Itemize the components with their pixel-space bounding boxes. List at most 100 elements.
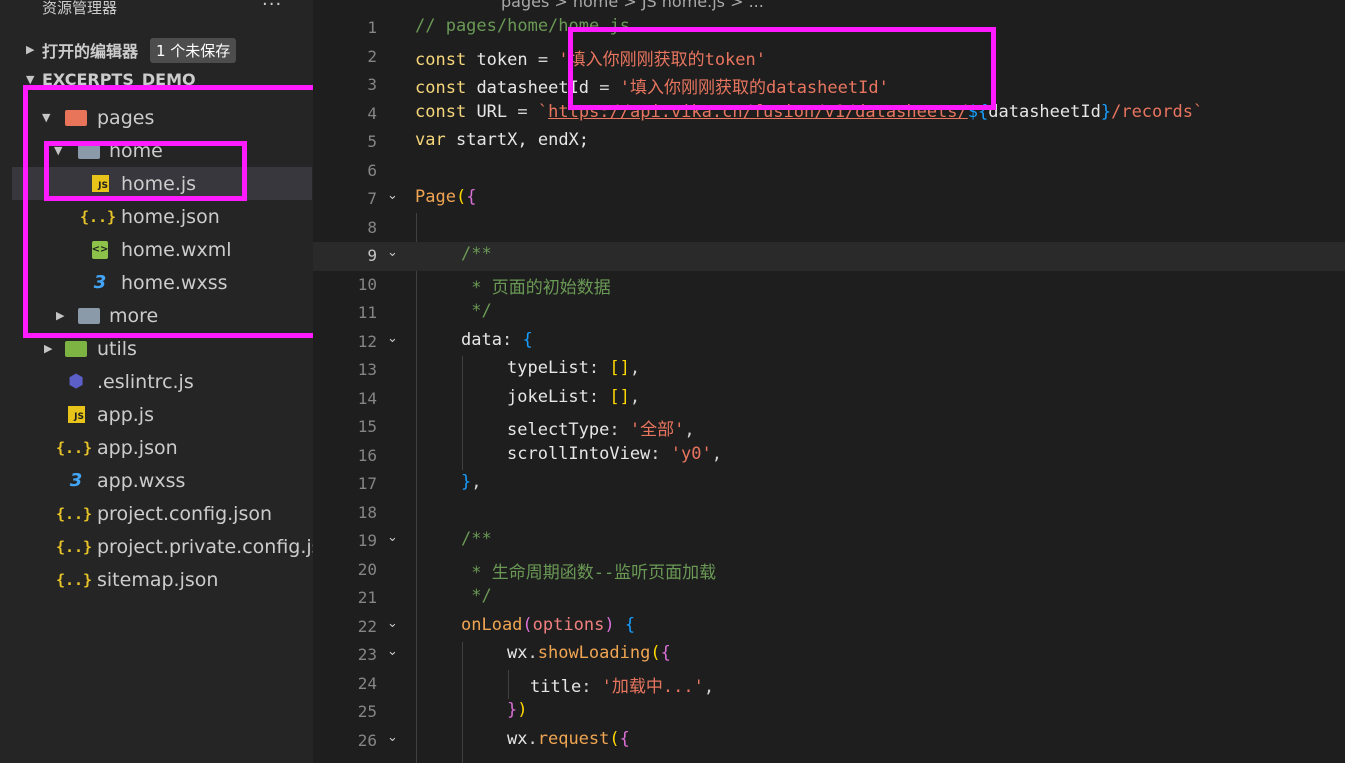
line-number: 14	[357, 389, 377, 408]
tree-item-home[interactable]: ▼ home	[12, 134, 312, 167]
wxml-file-icon: <>	[92, 240, 108, 259]
folder-icon	[65, 109, 87, 126]
code-text: })	[507, 700, 528, 720]
tree-item-label: home.wxss	[121, 271, 228, 294]
line-number: 7	[367, 189, 377, 208]
line-number: 15	[357, 417, 377, 436]
code-line[interactable]: 12 ⌄ data: {	[313, 328, 1345, 357]
json-file-icon: {..}	[55, 438, 93, 457]
json-file-icon: {..}	[55, 504, 93, 523]
tree-item-pages[interactable]: ▼ pages	[12, 101, 312, 134]
code-line[interactable]: 20 * 生命周期函数--监听页面加载	[313, 556, 1345, 585]
line-number: 2	[367, 47, 377, 66]
code-line[interactable]: 2 const token = '填入你刚刚获取的token'	[313, 43, 1345, 72]
code-line[interactable]: 14 jokeList: [],	[313, 385, 1345, 414]
more-actions-icon[interactable]: ···	[262, 0, 282, 15]
project-name: EXCERPTS_DEMO	[42, 69, 196, 89]
tree-item-label: .eslintrc.js	[97, 370, 194, 393]
code-line[interactable]: 19 ⌄ /**	[313, 527, 1345, 556]
code-line[interactable]: 5 var startX, endX;	[313, 128, 1345, 157]
code-line[interactable]: 23 ⌄ wx.showLoading({	[313, 641, 1345, 670]
json-file-icon: {..}	[55, 570, 93, 589]
fold-chevron-icon[interactable]: ⌄	[387, 644, 398, 659]
code-line[interactable]: 6	[313, 157, 1345, 186]
project-section[interactable]: ▼ EXCERPTS_DEMO	[12, 67, 312, 91]
line-number: 26	[357, 731, 377, 750]
tree-item-project-private-config[interactable]: {..} project.private.config.js...	[12, 530, 313, 563]
tree-item-app-js[interactable]: JS app.js	[12, 398, 312, 431]
line-number: 18	[357, 503, 377, 522]
code-line[interactable]: 16 scrollIntoView: 'y0',	[313, 442, 1345, 471]
code-line[interactable]: 4 const URL = `https://api.vika.cn/fusio…	[313, 100, 1345, 129]
tree-item-home-json[interactable]: {..} home.json	[12, 200, 312, 233]
tree-item-label: home.js	[121, 172, 197, 195]
tree-item-label: pages	[97, 106, 155, 129]
code-text: const token = '填入你刚刚获取的token'	[415, 50, 766, 70]
line-number: 25	[357, 702, 377, 721]
tree-item-app-json[interactable]: {..} app.json	[12, 431, 312, 464]
eslint-icon: ⬢	[68, 371, 84, 392]
line-number: 10	[357, 275, 377, 294]
tree-item-label: app.js	[97, 403, 154, 426]
code-editor[interactable]: pages > home > JS home.js > ... 1 // pag…	[313, 0, 1345, 763]
code-text: */	[461, 586, 492, 606]
js-file-icon: JS	[92, 175, 109, 192]
code-line[interactable]: 21 */	[313, 584, 1345, 613]
fold-chevron-icon[interactable]: ⌄	[387, 730, 398, 745]
code-text: jokeList: [],	[507, 387, 641, 407]
code-text: const URL = `https://api.vika.cn/fusion/…	[415, 102, 1204, 122]
tree-item-more[interactable]: ▶ more	[12, 299, 312, 332]
chevron-right-icon: ▶	[26, 43, 35, 56]
code-text: /**	[461, 529, 492, 549]
code-line[interactable]: 8	[313, 214, 1345, 243]
code-text: /**	[461, 244, 492, 264]
fold-chevron-icon[interactable]: ⌄	[387, 616, 398, 631]
code-line-current[interactable]: 9 ⌄ /**	[313, 242, 1345, 271]
fold-chevron-icon[interactable]: ⌄	[387, 331, 398, 346]
code-line[interactable]: 26 ⌄ wx.request({	[313, 727, 1345, 756]
code-text: * 生命周期函数--监听页面加载	[461, 563, 717, 583]
tree-item-home-wxml[interactable]: <> home.wxml	[12, 233, 312, 266]
tree-item-label: home.json	[121, 205, 220, 228]
code-text: typeList: [],	[507, 358, 641, 378]
tree-item-label: app.wxss	[97, 469, 186, 492]
explorer-title: 资源管理器	[42, 0, 118, 17]
code-line[interactable]: 15 selectType: '全部',	[313, 413, 1345, 442]
explorer-sidebar: 资源管理器 ··· ▶ 打开的编辑器 1 个未保存 ▼ EXCERPTS_DEM…	[0, 0, 313, 763]
code-line[interactable]: 1 // pages/home/home.js	[313, 14, 1345, 43]
code-text: var startX, endX;	[415, 130, 590, 150]
line-number: 16	[357, 446, 377, 465]
line-number: 11	[357, 303, 377, 322]
code-line[interactable]: 3 const datasheetId = '填入你刚刚获取的datasheet…	[313, 71, 1345, 100]
line-number: 5	[367, 132, 377, 151]
tree-item-utils[interactable]: ▶ utils	[12, 332, 312, 365]
tree-item-home-wxss[interactable]: 3 home.wxss	[12, 266, 312, 299]
line-number: 1	[367, 18, 377, 37]
line-number: 12	[357, 332, 377, 351]
breadcrumb: pages > home > JS home.js > ...	[501, 0, 764, 11]
code-text: selectType: '全部',	[507, 420, 695, 440]
chevron-right-icon: ▶	[44, 342, 53, 355]
code-line[interactable]: 10 * 页面的初始数据	[313, 271, 1345, 300]
code-text: // pages/home/home.js	[415, 16, 630, 36]
fold-chevron-icon[interactable]: ⌄	[387, 530, 398, 545]
code-line[interactable]: 25 })	[313, 698, 1345, 727]
line-number: 24	[357, 674, 377, 693]
code-line[interactable]: 22 ⌄ onLoad(options) {	[313, 613, 1345, 642]
code-line[interactable]: 7 ⌄ Page({	[313, 185, 1345, 214]
tree-item-app-wxss[interactable]: 3 app.wxss	[12, 464, 312, 497]
code-text: wx.showLoading({	[507, 643, 671, 663]
fold-chevron-icon[interactable]: ⌄	[387, 188, 398, 203]
fold-chevron-icon[interactable]: ⌄	[387, 245, 398, 260]
code-line[interactable]: 18	[313, 499, 1345, 528]
chevron-down-icon: ▼	[26, 72, 35, 86]
code-line[interactable]: 17 },	[313, 470, 1345, 499]
tree-item-project-config[interactable]: {..} project.config.json	[12, 497, 312, 530]
code-line[interactable]: 13 typeList: [],	[313, 356, 1345, 385]
code-line[interactable]: 11 */	[313, 299, 1345, 328]
tree-item-label: utils	[97, 337, 137, 360]
tree-item-sitemap[interactable]: {..} sitemap.json	[12, 563, 312, 596]
code-line[interactable]: 24 title: '加载中...',	[313, 670, 1345, 699]
tree-item-home-js[interactable]: JS home.js	[12, 167, 312, 200]
tree-item-eslintrc[interactable]: ⬢ .eslintrc.js	[12, 365, 312, 398]
